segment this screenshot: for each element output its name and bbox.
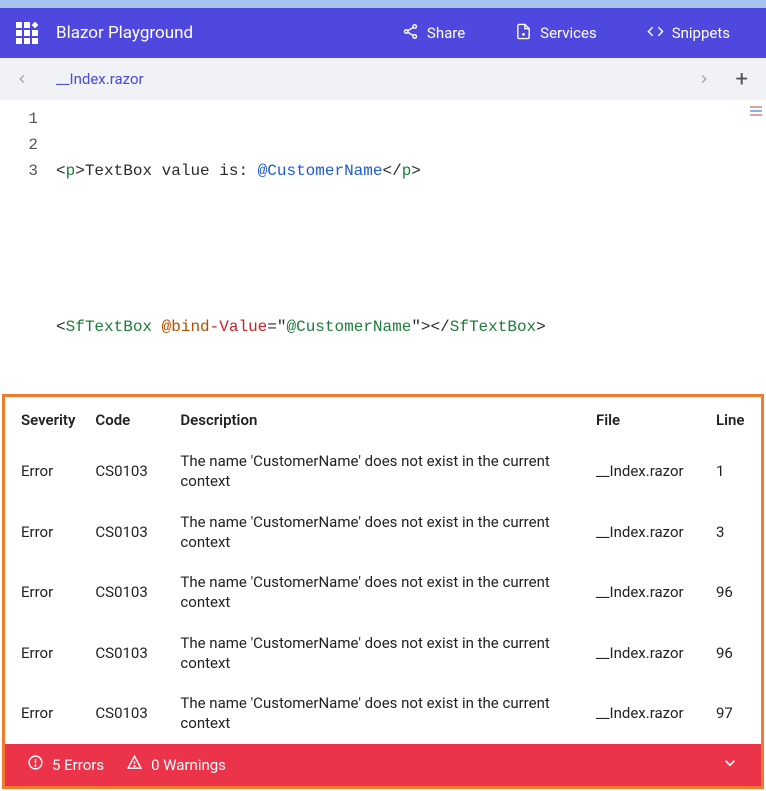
cell-code: CS0103 <box>85 441 170 502</box>
error-row[interactable]: ErrorCS0103The name 'CustomerName' does … <box>5 441 761 502</box>
tab-next-button[interactable] <box>690 65 718 93</box>
error-header-row: Severity Code Description File Line <box>5 397 761 441</box>
col-file: File <box>586 397 706 441</box>
col-description: Description <box>170 397 586 441</box>
line-no: 2 <box>0 132 38 158</box>
cell-file: __Index.razor <box>586 562 706 623</box>
tab-add-button[interactable]: + <box>726 67 758 92</box>
code-line <box>56 236 546 262</box>
share-label: Share <box>427 24 465 42</box>
code-area[interactable]: <p>TextBox value is: @CustomerName</p> <… <box>56 100 546 392</box>
cell-description: The name 'CustomerName' does not exist i… <box>170 441 586 502</box>
status-bar: 5 Errors 0 Warnings <box>5 744 761 786</box>
status-errors[interactable]: 5 Errors <box>27 754 104 775</box>
cell-code: CS0103 <box>85 502 170 563</box>
cell-line: 3 <box>706 502 761 563</box>
status-errors-text: 5 Errors <box>52 756 104 774</box>
error-panel: Severity Code Description File Line Erro… <box>2 394 764 789</box>
line-no: 1 <box>0 106 38 132</box>
snippets-icon <box>647 23 664 44</box>
snippets-button[interactable]: Snippets <box>647 23 730 44</box>
cell-severity: Error <box>5 502 85 563</box>
cell-description: The name 'CustomerName' does not exist i… <box>170 502 586 563</box>
cell-line: 1 <box>706 441 761 502</box>
col-severity: Severity <box>5 397 85 441</box>
code-editor[interactable]: 1 2 3 <p>TextBox value is: @CustomerName… <box>0 100 766 392</box>
collapse-button[interactable] <box>721 754 739 776</box>
status-warnings[interactable]: 0 Warnings <box>126 754 226 775</box>
error-row[interactable]: ErrorCS0103The name 'CustomerName' does … <box>5 562 761 623</box>
cell-description: The name 'CustomerName' does not exist i… <box>170 562 586 623</box>
col-code: Code <box>85 397 170 441</box>
tab-index-razor[interactable]: __Index.razor <box>44 66 156 92</box>
services-label: Services <box>540 24 597 42</box>
tab-bar: __Index.razor + <box>0 58 766 100</box>
cell-line: 97 <box>706 683 761 744</box>
status-warnings-text: 0 Warnings <box>151 756 226 774</box>
error-row[interactable]: ErrorCS0103The name 'CustomerName' does … <box>5 502 761 563</box>
line-no: 3 <box>0 158 38 184</box>
services-button[interactable]: Services <box>515 23 597 44</box>
cell-severity: Error <box>5 562 85 623</box>
app-logo-icon <box>16 22 38 44</box>
minimap[interactable] <box>750 106 762 118</box>
cell-file: __Index.razor <box>586 683 706 744</box>
cell-description: The name 'CustomerName' does not exist i… <box>170 623 586 684</box>
cell-code: CS0103 <box>85 683 170 744</box>
cell-code: CS0103 <box>85 562 170 623</box>
code-line: <p>TextBox value is: @CustomerName</p> <box>56 158 546 184</box>
services-icon <box>515 23 532 44</box>
cell-file: __Index.razor <box>586 502 706 563</box>
cell-line: 96 <box>706 562 761 623</box>
cell-code: CS0103 <box>85 623 170 684</box>
share-button[interactable]: Share <box>402 23 465 44</box>
gutter: 1 2 3 <box>0 100 56 392</box>
cell-severity: Error <box>5 623 85 684</box>
cell-line: 96 <box>706 623 761 684</box>
code-line: <SfTextBox @bind-Value="@CustomerName"><… <box>56 314 546 340</box>
warning-icon <box>126 754 143 775</box>
cell-file: __Index.razor <box>586 441 706 502</box>
cell-file: __Index.razor <box>586 623 706 684</box>
cell-severity: Error <box>5 441 85 502</box>
snippets-label: Snippets <box>672 24 730 42</box>
error-row[interactable]: ErrorCS0103The name 'CustomerName' does … <box>5 623 761 684</box>
top-nav: Blazor Playground Share Services Snippet… <box>0 8 766 58</box>
brand-title: Blazor Playground <box>56 23 193 43</box>
error-icon <box>27 754 44 775</box>
error-table: Severity Code Description File Line Erro… <box>5 397 761 744</box>
col-line: Line <box>706 397 761 441</box>
cell-description: The name 'CustomerName' does not exist i… <box>170 683 586 744</box>
tab-prev-button[interactable] <box>8 65 36 93</box>
window-chrome <box>0 0 766 8</box>
share-icon <box>402 23 419 44</box>
cell-severity: Error <box>5 683 85 744</box>
error-row[interactable]: ErrorCS0103The name 'CustomerName' does … <box>5 683 761 744</box>
